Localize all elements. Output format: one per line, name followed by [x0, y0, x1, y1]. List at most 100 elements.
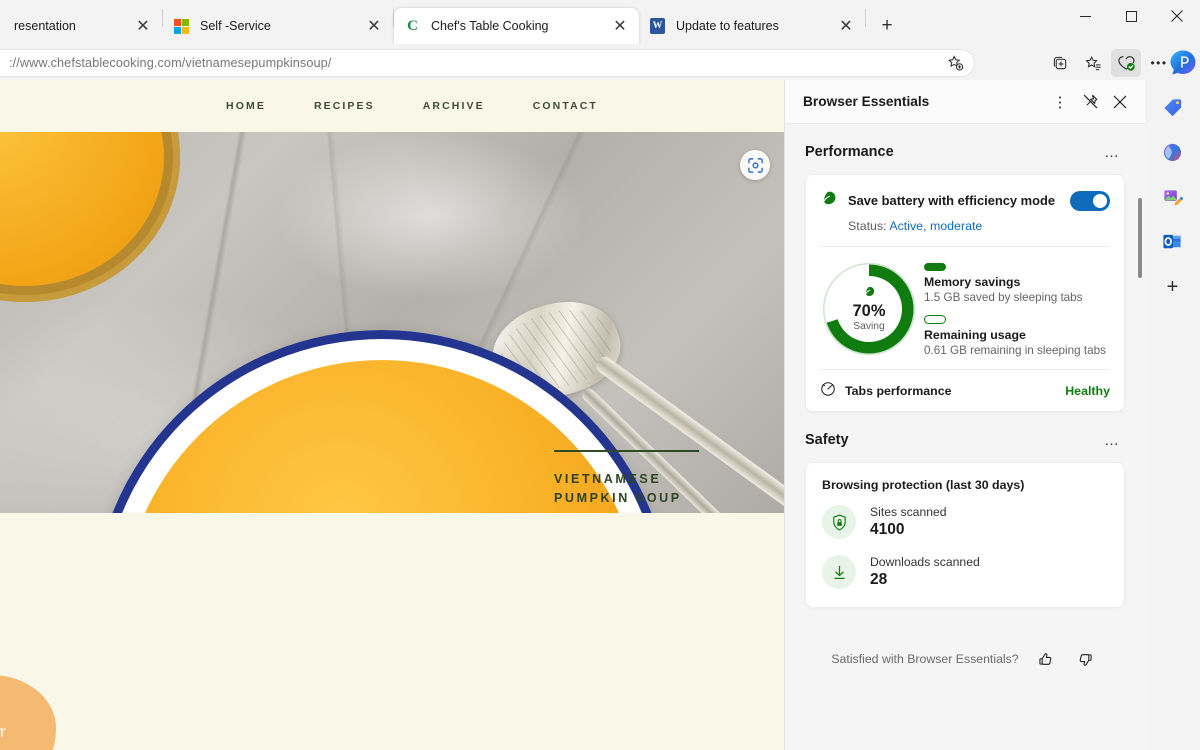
nav-item-contact[interactable]: CONTACT: [533, 100, 598, 112]
safety-section-header: Safety …: [805, 418, 1125, 462]
page-viewport: HOME RECIPES ARCHIVE CONTACT VIET: [0, 80, 784, 750]
edge-sidebar: +: [1145, 80, 1200, 750]
tab-close-icon[interactable]: ✕: [609, 15, 631, 37]
tab-close-icon[interactable]: ✕: [363, 15, 385, 37]
browser-tab-2-active[interactable]: C Chef's Table Cooking ✕: [394, 8, 639, 44]
address-bar[interactable]: ://www.chefstablecooking.com/vietnamesep…: [0, 49, 975, 77]
visual-search-icon[interactable]: [740, 150, 770, 180]
word-document-icon: W: [649, 18, 666, 35]
safety-card: Browsing protection (last 30 days) Sites…: [805, 462, 1125, 608]
shopping-tag-icon[interactable]: [1156, 90, 1190, 124]
efficiency-mode-toggle[interactable]: [1070, 191, 1110, 211]
thumbs-up-icon[interactable]: [1033, 646, 1059, 672]
memory-legend: Memory savings 1.5 GB saved by sleeping …: [918, 261, 1110, 357]
downloads-scanned-value: 28: [870, 570, 980, 590]
legend-sub-memory-savings: 1.5 GB saved by sleeping tabs: [924, 291, 1110, 304]
legend-swatch-outline: [924, 315, 946, 324]
sites-scanned-row: Sites scanned 4100: [822, 504, 1108, 540]
safety-section-title: Safety: [805, 432, 1099, 448]
panel-more-options-icon[interactable]: ⋮: [1045, 87, 1075, 117]
tab-strip: resentation ✕ Self -Service ✕ C Chef's T…: [0, 0, 1200, 44]
browser-tab-3[interactable]: W Update to features ✕: [639, 8, 865, 44]
hero-image-section: VIETNAMESE PUMPKIN SOUP: [0, 132, 784, 513]
tabs-performance-value: Healthy: [1065, 384, 1110, 398]
hero-title-line2: PUMPKIN SOUP: [554, 489, 699, 508]
tab-title: Self -Service: [200, 19, 355, 33]
add-to-favorites-icon[interactable]: [942, 51, 968, 75]
outlook-icon[interactable]: [1156, 225, 1190, 259]
efficiency-mode-row: Save battery with efficiency mode: [806, 175, 1124, 212]
tab-title: Chef's Table Cooking: [431, 19, 601, 33]
memory-donut-chart: 70% Saving: [820, 261, 918, 357]
browser-essentials-icon[interactable]: [1111, 49, 1141, 77]
image-creator-icon[interactable]: [1156, 180, 1190, 214]
download-icon: [822, 555, 856, 589]
legend-title-memory-savings: Memory savings: [924, 275, 1110, 289]
shield-lock-icon: [822, 505, 856, 539]
safety-more-icon[interactable]: …: [1099, 428, 1125, 452]
microsoft-365-icon[interactable]: [1156, 135, 1190, 169]
panel-body: Performance … Save battery with efficien…: [785, 130, 1145, 750]
new-tab-button[interactable]: +: [870, 11, 904, 41]
chef-table-favicon-icon: C: [404, 18, 421, 35]
sites-scanned-value: 4100: [870, 520, 947, 540]
caption-rule: [554, 450, 699, 452]
sites-scanned-label: Sites scanned: [870, 504, 947, 520]
site-navigation: HOME RECIPES ARCHIVE CONTACT: [0, 80, 784, 132]
panel-unpin-icon[interactable]: [1075, 87, 1105, 117]
tabs-performance-label: Tabs performance: [845, 384, 1065, 398]
add-sidebar-app-icon[interactable]: +: [1156, 270, 1190, 304]
donut-percent: 70%: [852, 302, 885, 320]
recipe-badge: L EST SH: [0, 675, 56, 750]
efficiency-mode-label: Save battery with efficiency mode: [848, 193, 1070, 208]
tab-close-icon[interactable]: ✕: [132, 15, 154, 37]
browser-tab-1[interactable]: Self -Service ✕: [163, 8, 393, 44]
status-value[interactable]: Active, moderate: [889, 219, 982, 233]
copilot-icon[interactable]: [1166, 46, 1200, 80]
hero-title-line1: VIETNAMESE: [554, 470, 699, 489]
panel-close-icon[interactable]: [1105, 87, 1135, 117]
minimize-button[interactable]: [1062, 0, 1108, 32]
browser-toolbar-icons: •••: [1045, 49, 1174, 77]
collections-icon[interactable]: [1045, 49, 1075, 77]
favorites-icon[interactable]: [1078, 49, 1108, 77]
thumbs-down-icon[interactable]: [1073, 646, 1099, 672]
url-text[interactable]: ://www.chefstablecooking.com/vietnamesep…: [9, 56, 942, 70]
nav-item-recipes[interactable]: RECIPES: [314, 100, 375, 112]
hero-caption: VIETNAMESE PUMPKIN SOUP: [554, 450, 699, 508]
feedback-row: Satisfied with Browser Essentials?: [805, 646, 1125, 672]
badge-line-3: SH: [0, 745, 56, 750]
tab-separator: [865, 9, 866, 27]
badge-line-1: L: [0, 703, 56, 724]
microsoft-logo-icon: [173, 18, 190, 35]
browsing-protection-title: Browsing protection (last 30 days): [822, 478, 1108, 492]
efficiency-leaf-icon: [820, 189, 838, 212]
donut-leaf-icon: [863, 285, 876, 303]
panel-scrollbar[interactable]: [1138, 198, 1142, 278]
badge-line-2: EST: [0, 724, 56, 745]
nav-item-archive[interactable]: ARCHIVE: [423, 100, 485, 112]
performance-card: Save battery with efficiency mode Status…: [805, 174, 1125, 412]
nav-item-home[interactable]: HOME: [226, 100, 266, 112]
downloads-scanned-row: Downloads scanned 28: [822, 554, 1108, 590]
close-window-button[interactable]: [1154, 0, 1200, 32]
legend-title-remaining-usage: Remaining usage: [924, 328, 1110, 342]
browser-essentials-panel: Browser Essentials ⋮ Performance …: [784, 80, 1145, 750]
tabs-performance-row[interactable]: Tabs performance Healthy: [806, 370, 1124, 411]
performance-section-header: Performance …: [805, 130, 1125, 174]
tab-close-icon[interactable]: ✕: [835, 15, 857, 37]
donut-caption: Saving: [853, 320, 884, 333]
tab-title: Update to features: [676, 19, 827, 33]
performance-section-title: Performance: [805, 144, 1099, 160]
performance-more-icon[interactable]: …: [1099, 140, 1125, 164]
donut-center-labels: 70% Saving: [820, 261, 918, 357]
legend-swatch-filled: [924, 263, 946, 271]
status-prefix: Status:: [848, 219, 889, 233]
panel-header: Browser Essentials ⋮: [785, 80, 1145, 124]
maximize-button[interactable]: [1108, 0, 1154, 32]
address-bar-row: ://www.chefstablecooking.com/vietnamesep…: [0, 44, 1200, 80]
sites-scanned-text: Sites scanned 4100: [870, 504, 947, 540]
browser-tab-0[interactable]: resentation ✕: [0, 8, 162, 44]
downloads-scanned-text: Downloads scanned 28: [870, 554, 980, 590]
feedback-label: Satisfied with Browser Essentials?: [831, 652, 1018, 666]
